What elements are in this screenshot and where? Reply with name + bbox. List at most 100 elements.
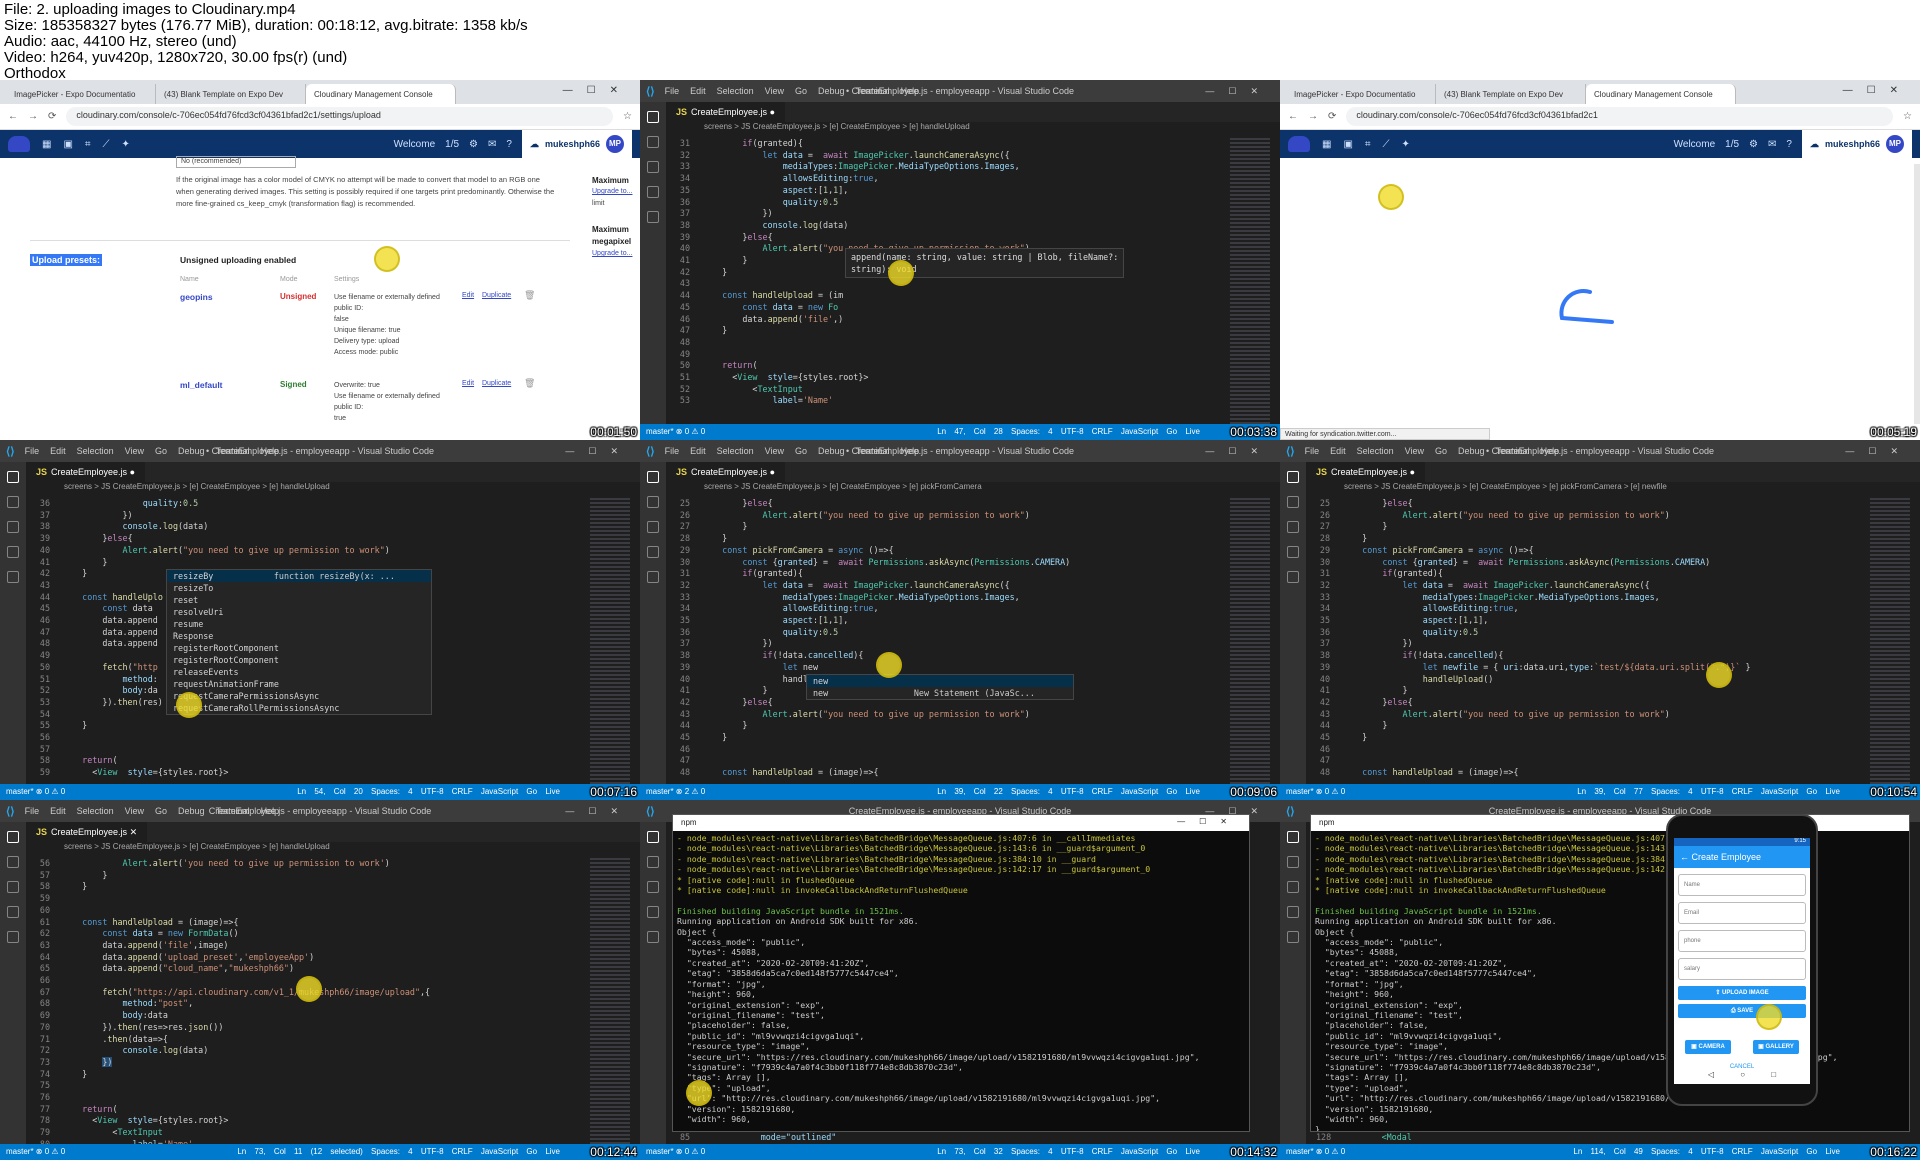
minimap[interactable] <box>590 858 630 1144</box>
menu-item[interactable]: File <box>25 806 40 816</box>
cloudinary-logo-icon[interactable] <box>8 136 30 152</box>
problems-count[interactable]: ⊗ 0 ⚠ 0 <box>36 787 65 796</box>
extensions-icon[interactable] <box>647 571 659 583</box>
menu-item[interactable]: File <box>25 446 40 456</box>
menu-item[interactable]: Edit <box>50 446 66 456</box>
autocomplete-item[interactable]: requestAnimationFrame <box>167 678 431 690</box>
browser-tab[interactable]: ImagePicker - Expo Documentatio <box>6 84 156 104</box>
search-icon[interactable] <box>647 136 659 148</box>
help-icon[interactable]: ? <box>506 139 512 150</box>
duplicate-link[interactable]: Duplicate <box>482 380 511 387</box>
autocomplete-item[interactable]: new <box>807 675 1073 687</box>
menu-item[interactable]: Debug <box>178 446 205 456</box>
menu-item[interactable]: Selection <box>717 86 754 96</box>
status-right[interactable]: Ln 47, Col 28 Spaces: 4 UTF-8 CRLF JavaS… <box>937 427 1200 436</box>
code-editor[interactable]: 31 if(granted){ 32 let data = await Imag… <box>666 138 1222 424</box>
source-control-icon[interactable] <box>1287 881 1299 893</box>
save-button[interactable]: ⎙ SAVE <box>1678 1004 1806 1018</box>
search-icon[interactable] <box>1287 856 1299 868</box>
browser-tab-active[interactable]: Cloudinary Management Console <box>306 84 456 104</box>
source-control-icon[interactable] <box>7 881 19 893</box>
menu-item[interactable]: Terminal <box>856 446 890 456</box>
status-right[interactable]: Ln 73, Col 11 (12 selected) Spaces: 4 UT… <box>237 1147 560 1156</box>
reload-icon[interactable]: ⟳ <box>48 111 56 122</box>
status-right[interactable]: Ln 114, Col 49 Spaces: 4 UTF-8 CRLF Java… <box>1573 1147 1840 1156</box>
upload-image-button[interactable]: ⇪ UPLOAD IMAGE <box>1678 986 1806 1000</box>
media-library-icon[interactable]: ▣ <box>1343 139 1352 150</box>
search-icon[interactable] <box>647 496 659 508</box>
explorer-icon[interactable] <box>647 111 659 123</box>
explorer-icon[interactable] <box>7 471 19 483</box>
menu-item[interactable]: Go <box>795 446 807 456</box>
menu-item[interactable]: File <box>665 446 680 456</box>
autocomplete-item[interactable]: releaseEvents <box>167 666 431 678</box>
gallery-button[interactable]: ▣ GALLERY <box>1753 1040 1799 1054</box>
autocomplete-item[interactable]: new New Statement (JavaSc... <box>807 687 1073 699</box>
trash-icon[interactable]: 🗑 <box>524 290 535 301</box>
user-menu[interactable]: ☁ mukeshph66 MP <box>521 130 632 158</box>
file-tab[interactable]: JS CreateEmployee.js ● <box>666 102 785 122</box>
menu-item[interactable]: Debug <box>818 86 845 96</box>
upgrade-link[interactable]: Upgrade to... <box>592 188 632 195</box>
file-tab[interactable]: JS CreateEmployee.js ● <box>26 462 145 482</box>
code-editor[interactable]: 25 }else{ 26 Alert.alert("you need to gi… <box>1306 498 1862 784</box>
menu-item[interactable]: Help <box>901 446 920 456</box>
git-branch[interactable]: master* <box>646 787 674 796</box>
menu-item[interactable]: View <box>1405 446 1424 456</box>
menu-item[interactable]: Debug <box>1458 446 1485 456</box>
back-icon[interactable]: ← <box>1288 111 1298 122</box>
autocomplete-item[interactable]: resume <box>167 618 431 630</box>
breadcrumb[interactable]: screens > JS CreateEmployee.js > [e] Cre… <box>26 482 640 496</box>
extensions-icon[interactable] <box>647 211 659 223</box>
menu-item[interactable]: Terminal <box>1496 446 1530 456</box>
problems-count[interactable]: ⊗ 0 ⚠ 0 <box>36 1147 65 1156</box>
minimap[interactable] <box>1230 498 1270 784</box>
menu-item[interactable]: Help <box>1541 446 1560 456</box>
git-branch[interactable]: master* <box>1286 1147 1314 1156</box>
preset-name[interactable]: geopins <box>180 292 213 302</box>
browser-tab-active[interactable]: Cloudinary Management Console <box>1586 84 1736 104</box>
window-controls[interactable]: —☐✕ <box>1845 446 1912 457</box>
notifications-icon[interactable]: ✉ <box>1768 139 1776 150</box>
menu-item[interactable]: Go <box>1435 446 1447 456</box>
source-control-icon[interactable] <box>647 881 659 893</box>
git-branch[interactable]: master* <box>1286 787 1314 796</box>
menu-item[interactable]: Go <box>155 446 167 456</box>
dashboard-icon[interactable]: ▦ <box>1322 139 1331 150</box>
cloudinary-logo-icon[interactable] <box>1288 136 1310 152</box>
minimap[interactable] <box>1230 138 1270 424</box>
addons-icon[interactable]: ✦ <box>1402 139 1410 150</box>
debug-icon[interactable] <box>647 906 659 918</box>
reload-icon[interactable]: ⟳ <box>1328 111 1336 122</box>
autocomplete-item[interactable]: resizeBy function resizeBy(x: ... <box>167 570 431 582</box>
duplicate-link[interactable]: Duplicate <box>482 292 511 299</box>
dashboard-icon[interactable]: ▦ <box>42 139 51 150</box>
status-right[interactable]: Ln 39, Col 77 Spaces: 4 UTF-8 CRLF JavaS… <box>1577 787 1840 796</box>
search-icon[interactable] <box>7 856 19 868</box>
breadcrumb[interactable]: screens > JS CreateEmployee.js > [e] Cre… <box>666 122 1280 136</box>
browser-tab[interactable]: (43) Blank Template on Expo Dev <box>1436 84 1586 104</box>
autocomplete-item[interactable]: registerRootComponent <box>167 642 431 654</box>
menu-item[interactable]: Edit <box>1330 446 1346 456</box>
window-controls[interactable]: —☐✕ <box>563 85 632 96</box>
debug-icon[interactable] <box>7 906 19 918</box>
email-field[interactable]: Email <box>1678 902 1806 924</box>
extensions-icon[interactable] <box>647 931 659 943</box>
problems-count[interactable]: ⊗ 0 ⚠ 0 <box>1316 787 1345 796</box>
help-icon[interactable]: ? <box>1786 139 1792 150</box>
debug-icon[interactable] <box>7 546 19 558</box>
problems-count[interactable]: ⊗ 0 ⚠ 0 <box>676 427 705 436</box>
menu-item[interactable]: Terminal <box>856 86 890 96</box>
transform-icon[interactable]: ⌗ <box>1365 139 1371 150</box>
window-controls[interactable]: —☐✕ <box>1843 85 1912 96</box>
upgrade-link-2[interactable]: Upgrade to... <box>592 250 632 257</box>
menu-item[interactable]: Debug <box>178 806 205 816</box>
autocomplete-item[interactable]: resizeTo <box>167 582 431 594</box>
addons-icon[interactable]: ✦ <box>122 139 130 150</box>
window-controls[interactable]: —☐✕ <box>565 446 632 457</box>
breadcrumb[interactable]: screens > JS CreateEmployee.js > [e] Cre… <box>1306 482 1920 496</box>
explorer-icon[interactable] <box>1287 471 1299 483</box>
breadcrumb[interactable]: screens > JS CreateEmployee.js > [e] Cre… <box>666 482 1280 496</box>
debug-icon[interactable] <box>1287 906 1299 918</box>
star-icon[interactable]: ☆ <box>1903 111 1912 122</box>
